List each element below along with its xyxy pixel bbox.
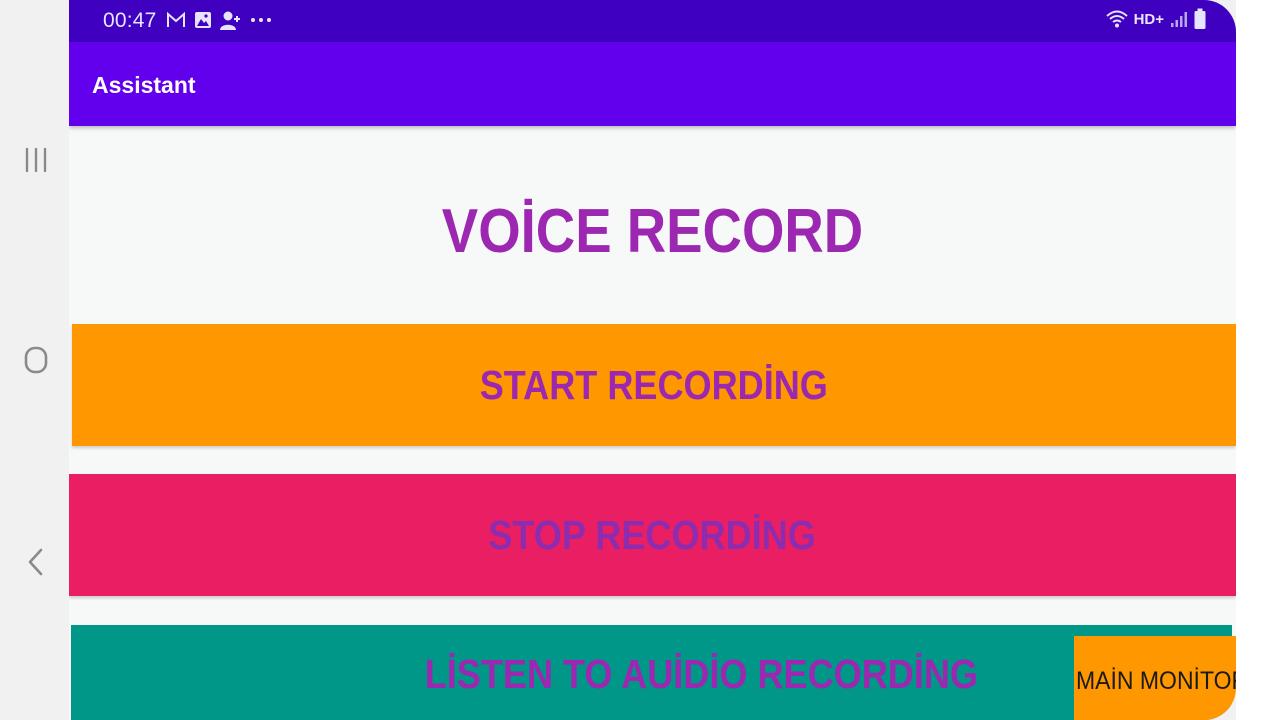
status-time: 00:47 (103, 9, 157, 32)
wifi-icon (1105, 10, 1128, 28)
app-screen: 00:47 HD+ Assistant VOİCE RECORD START R… (69, 0, 1236, 720)
listen-recording-label: LİSTEN TO AUİDİO RECORDİNG (424, 651, 978, 697)
stop-recording-label: STOP RECORDİNG (488, 511, 817, 558)
battery-icon (1194, 8, 1206, 29)
network-type-label: HD+ (1133, 10, 1164, 28)
signal-icon (1171, 12, 1187, 27)
screen-edge (1236, 0, 1280, 720)
start-recording-label: START RECORDİNG (479, 361, 829, 408)
notification-icons (166, 10, 272, 30)
system-status-icons: HD+ (1105, 8, 1206, 30)
stop-recording-button[interactable]: STOP RECORDİNG (69, 474, 1236, 596)
add-contact-icon (220, 11, 240, 30)
back-icon[interactable] (14, 540, 58, 584)
image-icon (195, 12, 211, 28)
main-monitor-label: MAİN MONİTOR (1076, 666, 1236, 695)
system-navigation-bar (0, 0, 69, 720)
app-bar: Assistant (69, 42, 1236, 126)
home-icon[interactable] (14, 338, 58, 382)
recent-apps-icon[interactable] (14, 138, 58, 182)
page-heading: VOİCE RECORD (441, 197, 864, 266)
start-recording-button[interactable]: START RECORDİNG (72, 324, 1236, 446)
listen-recording-button[interactable]: LİSTEN TO AUİDİO RECORDİNG (71, 625, 1232, 720)
gmail-icon (167, 11, 185, 27)
app-title: Assistant (92, 72, 196, 98)
main-monitor-button[interactable]: MAİN MONİTOR (1074, 636, 1236, 720)
status-bar: 00:47 HD+ (69, 0, 1236, 42)
more-dots-icon (251, 18, 271, 22)
